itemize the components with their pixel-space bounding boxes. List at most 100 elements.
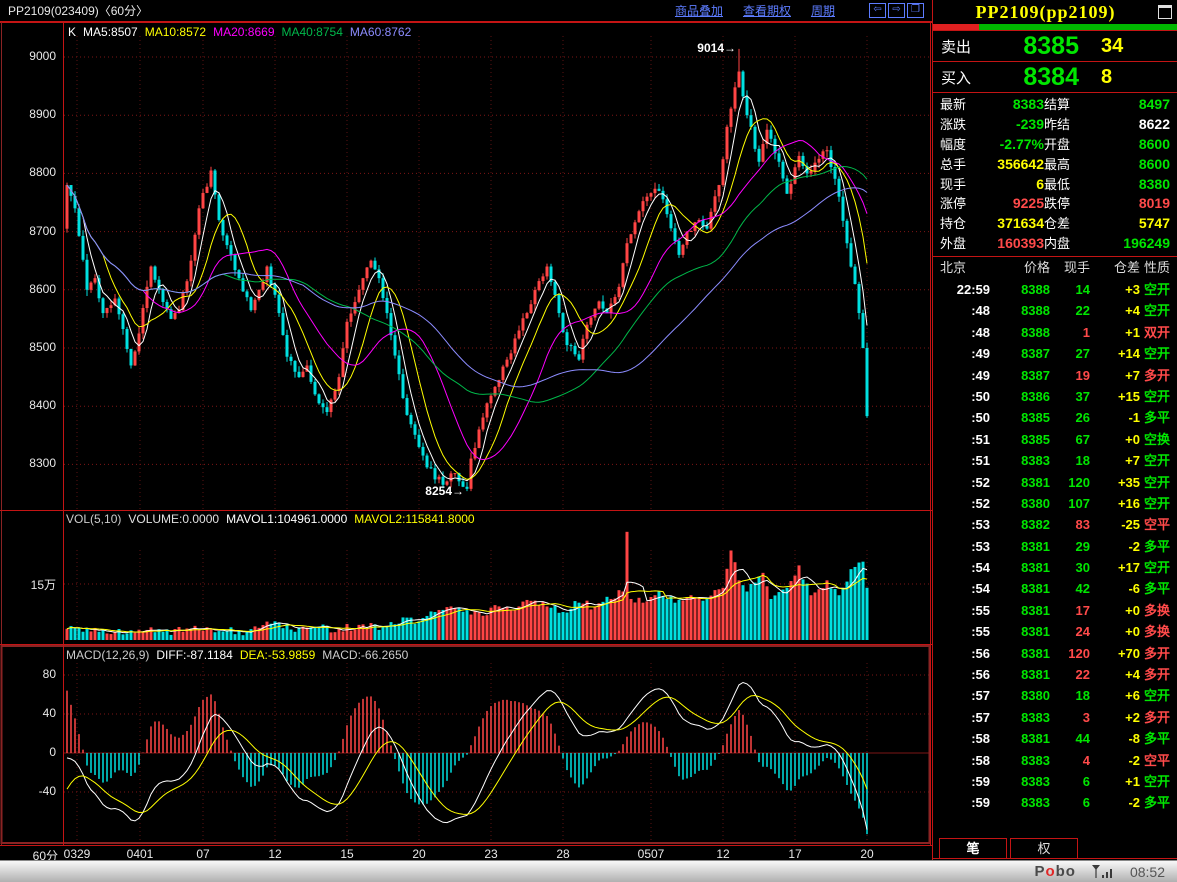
y-axis-label: 8600 [0, 282, 56, 296]
tick-cell: +17 [1090, 557, 1140, 578]
stat-value: 8622 [1092, 115, 1170, 135]
tick-column-header: 仓差 [1090, 257, 1140, 279]
ask-row: 卖出 8385 34 [933, 30, 1177, 61]
stat-value: 8600 [1092, 155, 1170, 175]
kline-chart[interactable] [0, 22, 932, 845]
tick-cell: 多平 [1140, 792, 1170, 813]
tick-cell: :50 [940, 386, 990, 407]
tick-cell: +2 [1090, 707, 1140, 728]
stat-label: 开盘 [1044, 135, 1092, 155]
stat-label: 涨跌 [940, 115, 984, 135]
tick-row: :5983836+1空开 [940, 771, 1170, 792]
tick-cell: 8383 [990, 771, 1050, 792]
tick-cell: :58 [940, 750, 990, 771]
tick-cell: 8388 [990, 322, 1050, 343]
x-axis-label: 12 [716, 847, 729, 861]
tick-cell: 8388 [990, 279, 1050, 300]
legend-item: VOLUME:0.0000 [128, 512, 219, 526]
tick-cell: 多换 [1140, 621, 1170, 642]
tick-cell: 8381 [990, 728, 1050, 749]
tick-row: :4883881+1双开 [940, 322, 1170, 343]
tick-cell: 107 [1050, 493, 1090, 514]
y-axis-label: 8400 [0, 398, 56, 412]
tick-row: :50838526-1多平 [940, 407, 1170, 428]
tick-row: :53838283-25空平 [940, 514, 1170, 535]
tick-cell: 空开 [1140, 771, 1170, 792]
tick-cell: :55 [940, 600, 990, 621]
tick-cell: 42 [1050, 578, 1090, 599]
tick-list: 22:59838814+3空开:48838822+4空开:4883881+1双开… [933, 279, 1177, 814]
tick-cell: 22 [1050, 300, 1090, 321]
tick-cell: 8383 [990, 450, 1050, 471]
y-axis-label: 8800 [0, 165, 56, 179]
y-axis-label: 8500 [0, 340, 56, 354]
stat-label: 昨结 [1044, 115, 1092, 135]
tick-cell: +0 [1090, 621, 1140, 642]
ask-price: 8385 [999, 32, 1079, 61]
maximize-icon[interactable] [1158, 5, 1172, 19]
tick-cell: :54 [940, 557, 990, 578]
tick-cell: 空开 [1140, 279, 1170, 300]
tick-cell: 26 [1050, 407, 1090, 428]
tick-row: :568381120+70多开 [940, 643, 1170, 664]
tick-cell: :58 [940, 728, 990, 749]
tick-column-header: 现手 [1050, 257, 1090, 279]
quote-panel: PP2109(pp2109) 卖出 8385 34 买入 8384 8 最新83… [932, 0, 1177, 860]
stat-label: 内盘 [1044, 234, 1092, 254]
tick-cell: 24 [1050, 621, 1090, 642]
toolbar-icons: ⇦ ⇨ ❐ [869, 3, 924, 18]
tick-cell: -2 [1090, 750, 1140, 771]
tick-row: :528381120+35空开 [940, 472, 1170, 493]
high-annotation: 9014→ [672, 41, 736, 55]
menu-item-period[interactable]: 周期 [811, 2, 835, 19]
tick-cell: 空开 [1140, 557, 1170, 578]
stat-value: 356642 [984, 155, 1044, 175]
chart-titlebar: PP2109(023409)〈60分〉 商品叠加 查看期权 周期 ⇦ ⇨ ❐ [0, 0, 932, 22]
x-axis-label: 20 [860, 847, 873, 861]
x-axis-label: 23 [484, 847, 497, 861]
tick-cell: 多开 [1140, 643, 1170, 664]
tick-cell: :56 [940, 664, 990, 685]
tick-row: :5883834-2空平 [940, 750, 1170, 771]
stat-label: 幅度 [940, 135, 984, 155]
menu-item-overlay[interactable]: 商品叠加 [675, 2, 723, 19]
tick-cell: 8381 [990, 578, 1050, 599]
stat-value: 371634 [984, 214, 1044, 234]
tick-cell: 8385 [990, 407, 1050, 428]
status-clock: 08:52 [1130, 864, 1165, 880]
tick-cell: 空开 [1140, 493, 1170, 514]
stat-label: 外盘 [940, 234, 984, 254]
tab-ticks[interactable]: 笔 [939, 838, 1007, 858]
tick-cell: 3 [1050, 707, 1090, 728]
tick-cell: 8381 [990, 472, 1050, 493]
y-axis-label: 0 [0, 745, 56, 759]
tab-options[interactable]: 权 [1010, 838, 1078, 858]
volume-legend: VOL(5,10)VOLUME:0.0000MAVOL1:104961.0000… [66, 512, 482, 526]
menu-item-options[interactable]: 查看期权 [743, 2, 791, 19]
tick-cell: 120 [1050, 643, 1090, 664]
tick-cell: 27 [1050, 343, 1090, 364]
tick-cell: 4 [1050, 750, 1090, 771]
tick-row: :55838124+0多换 [940, 621, 1170, 642]
tick-cell: 空开 [1140, 685, 1170, 706]
tick-table-header: 北京价格现手仓差性质 [933, 257, 1177, 279]
k-panel [64, 36, 930, 509]
tick-cell: 8387 [990, 365, 1050, 386]
tick-cell: -2 [1090, 792, 1140, 813]
tick-cell: 8381 [990, 536, 1050, 557]
tick-cell: :56 [940, 643, 990, 664]
tick-cell: 空开 [1140, 472, 1170, 493]
legend-item: MACD:-66.2650 [322, 648, 408, 662]
chart-menu: 商品叠加 查看期权 周期 ⇦ ⇨ ❐ [675, 2, 924, 19]
tick-cell: 8381 [990, 664, 1050, 685]
legend-item: MACD(12,26,9) [66, 648, 149, 662]
back-arrow-icon[interactable]: ⇦ [869, 3, 886, 18]
split-window-icon[interactable]: ❐ [907, 3, 924, 18]
x-axis-label: 07 [196, 847, 209, 861]
tick-row: :51838318+7空开 [940, 450, 1170, 471]
y-axis-label: 8700 [0, 224, 56, 238]
tick-cell: +1 [1090, 771, 1140, 792]
signal-icon [1092, 865, 1114, 879]
tick-row: :54838130+17空开 [940, 557, 1170, 578]
forward-arrow-icon[interactable]: ⇨ [888, 3, 905, 18]
